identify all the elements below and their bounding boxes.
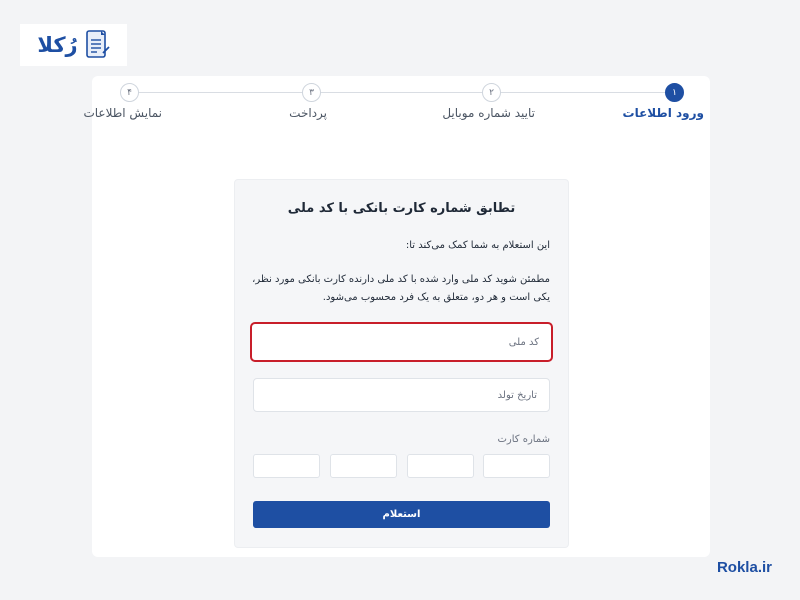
logo-text: رُکلا bbox=[37, 33, 78, 57]
brand-logo[interactable]: رُکلا bbox=[20, 24, 127, 66]
step-1-label: ورود اطلاعات bbox=[622, 106, 704, 120]
national-code-input[interactable] bbox=[252, 324, 551, 360]
step-2-circle: ۲ bbox=[482, 83, 501, 102]
birth-date-input[interactable] bbox=[254, 379, 549, 411]
card-number-input-3[interactable] bbox=[331, 455, 396, 478]
card-number-segment-3[interactable] bbox=[330, 454, 397, 478]
document-icon bbox=[85, 30, 110, 58]
card-number-segment-4[interactable] bbox=[253, 454, 320, 478]
card-number-label: شماره کارت bbox=[497, 434, 550, 445]
form-intro: این استعلام به شما کمک می‌کند تا: bbox=[405, 240, 550, 251]
stepper-line bbox=[130, 92, 670, 93]
form-description: مطمئن شوید کد ملی وارد شده با کد ملی دار… bbox=[252, 274, 550, 303]
step-3-label: پرداخت bbox=[289, 106, 327, 120]
step-4-label: نمایش اطلاعات bbox=[83, 106, 162, 120]
card-number-input-4[interactable] bbox=[254, 455, 319, 478]
card-number-segment-2[interactable] bbox=[407, 454, 474, 478]
step-4-circle: ۴ bbox=[120, 83, 139, 102]
brand-url: Rokla.ir bbox=[716, 559, 772, 576]
birth-date-field[interactable] bbox=[253, 378, 550, 412]
card-number-input-2[interactable] bbox=[408, 455, 473, 478]
step-1-circle: ۱ bbox=[665, 83, 684, 102]
national-code-field[interactable] bbox=[250, 322, 553, 362]
form-panel bbox=[234, 179, 569, 548]
step-3-circle: ۳ bbox=[302, 83, 321, 102]
form-title: تطابق شماره کارت بانکی با کد ملی bbox=[287, 201, 516, 216]
submit-inquiry-button[interactable]: استعلام bbox=[253, 501, 550, 528]
card-number-segment-1[interactable] bbox=[483, 454, 550, 478]
step-2-label: تایید شماره موبایل bbox=[442, 106, 535, 120]
card-number-input-1[interactable] bbox=[484, 455, 549, 478]
